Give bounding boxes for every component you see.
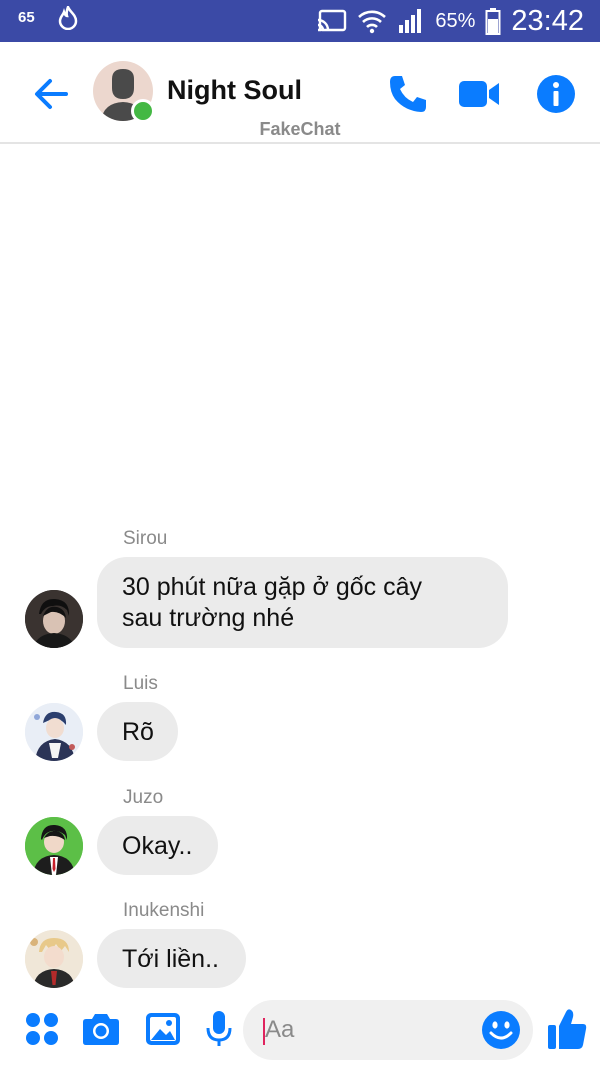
notification-65-icon: 65	[18, 9, 35, 26]
chat-header: Night Soul FakeChat	[0, 42, 600, 144]
message-text-line: Okay..	[122, 832, 193, 860]
message-composer	[0, 995, 600, 1067]
sender-name: Juzo	[123, 787, 164, 808]
cast-icon	[318, 9, 347, 32]
message-input[interactable]	[265, 1012, 465, 1048]
avatar-image	[25, 703, 83, 761]
message-text-line: Rõ	[122, 718, 154, 746]
message-input-box[interactable]	[243, 1000, 533, 1060]
clock: 23:42	[511, 4, 584, 37]
contact-name[interactable]: Night Soul	[167, 75, 302, 106]
status-right: 65% 23:42	[317, 0, 584, 42]
message-text-line: sau trường nhé	[122, 604, 295, 632]
status-left: 65	[18, 6, 78, 30]
sender-name: Luis	[123, 673, 158, 694]
battery-percent: 65%	[435, 9, 476, 32]
battery-icon	[485, 8, 501, 35]
status-bar: 65 65% 23:42	[0, 0, 600, 42]
signal-icon	[399, 9, 422, 33]
thumbs-up-icon[interactable]	[546, 1007, 588, 1051]
watermark-label: FakeChat	[259, 119, 341, 139]
emoji-icon[interactable]	[481, 1010, 521, 1050]
image-icon[interactable]	[143, 1009, 183, 1049]
message-bubble[interactable]: 30 phút nữa gặp ở gốc cây sau trường nhé	[97, 557, 508, 648]
avatar[interactable]	[25, 930, 83, 988]
message-bubble[interactable]: Okay..	[97, 816, 218, 875]
camera-icon[interactable]	[81, 1009, 121, 1049]
avatar-image	[25, 930, 83, 988]
sender-name: Inukenshi	[123, 900, 205, 921]
video-camera-icon[interactable]	[457, 72, 501, 116]
avatar[interactable]	[25, 590, 83, 648]
info-icon[interactable]	[534, 72, 578, 116]
phone-icon[interactable]	[386, 72, 430, 116]
apps-grid-icon[interactable]	[22, 1009, 62, 1049]
message-text-line: 30 phút nữa gặp ở gốc cây	[122, 573, 422, 601]
message-bubble[interactable]: Rõ	[97, 702, 178, 761]
avatar[interactable]	[25, 817, 83, 875]
message-bubble[interactable]: Tới liền..	[97, 929, 246, 988]
flame-icon	[58, 6, 78, 30]
message-text-line: Tới liền..	[122, 945, 219, 973]
contact-avatar[interactable]	[93, 61, 155, 123]
avatar[interactable]	[25, 703, 83, 761]
avatar-image	[25, 817, 83, 875]
sender-name: Sirou	[123, 528, 168, 549]
avatar-image	[25, 590, 83, 648]
microphone-icon[interactable]	[199, 1009, 239, 1049]
wifi-icon	[358, 10, 387, 34]
back-arrow-icon[interactable]	[30, 72, 74, 116]
